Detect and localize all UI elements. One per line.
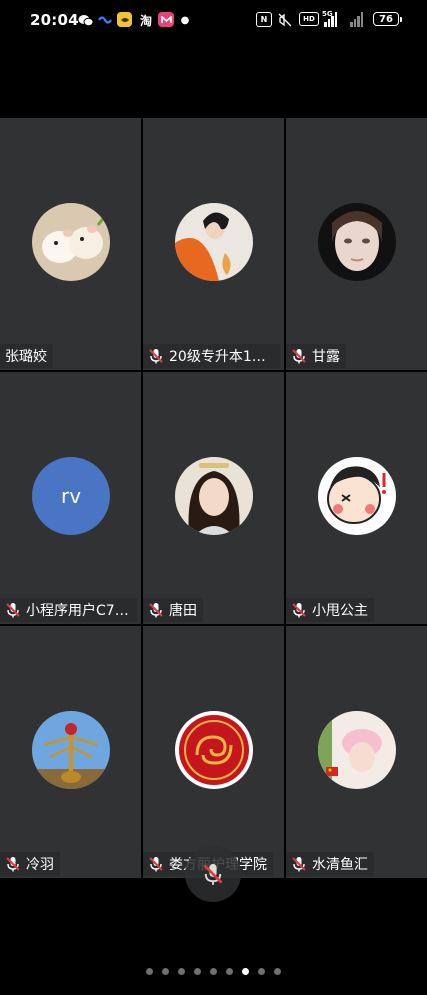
participant-name: 张璐姣 [5, 349, 47, 365]
mic-muted-icon [292, 603, 306, 618]
nfc-icon: N [256, 12, 272, 27]
page-dot[interactable] [194, 968, 201, 975]
page-dot[interactable] [178, 968, 185, 975]
page-dot[interactable] [242, 968, 249, 975]
page-dot[interactable] [274, 968, 281, 975]
participant-name: 小程序用户C7w… [26, 603, 131, 619]
taobao-icon: 淘 [139, 13, 152, 28]
battery-icon: 76 [373, 12, 402, 26]
mic-muted-icon [6, 603, 20, 618]
participant-name: 唐田 [169, 603, 197, 619]
participant-avatar [318, 203, 396, 281]
participant-avatar [318, 457, 396, 535]
signal-icon [324, 11, 337, 27]
participant-avatar [175, 711, 253, 789]
participant-tile[interactable]: 20级专升本1班… [143, 118, 284, 370]
status-bar: 20:04 淘 ● N HD 5G 76 [0, 0, 427, 42]
participant-tile[interactable]: 甘露 [286, 118, 427, 370]
participant-tile[interactable]: 小甩公主 [286, 372, 427, 624]
participant-tile[interactable]: rv 小程序用户C7w… [0, 372, 141, 624]
fish-icon [98, 12, 112, 28]
page-dot[interactable] [258, 968, 265, 975]
vibrate-mute-icon [277, 12, 293, 28]
mic-muted-icon [149, 603, 163, 618]
pink-app-icon [158, 12, 174, 27]
mic-muted-icon [149, 349, 163, 364]
mute-toggle-button[interactable] [185, 846, 241, 902]
participant-name: 水清鱼汇 [312, 857, 368, 873]
mic-muted-icon [292, 857, 306, 872]
hd-voice-icon: HD [299, 12, 319, 26]
mic-muted-icon [292, 349, 306, 364]
participant-tile[interactable]: 水清鱼汇 [286, 626, 427, 878]
page-dot[interactable] [162, 968, 169, 975]
participant-name: 小甩公主 [312, 603, 368, 619]
participant-name: 甘露 [312, 349, 340, 365]
participant-namebar: 张璐姣 [0, 344, 53, 368]
page-dot[interactable] [210, 968, 217, 975]
page-dot[interactable] [226, 968, 233, 975]
page-dot[interactable] [146, 968, 153, 975]
participant-avatar [318, 711, 396, 789]
participant-namebar: 甘露 [286, 344, 346, 368]
participant-avatar [32, 711, 110, 789]
signal-2-icon [350, 11, 363, 27]
notification-dot-icon: ● [180, 14, 190, 26]
participant-name: 20级专升本1班… [169, 349, 274, 365]
participant-tile[interactable]: 冷羽 [0, 626, 141, 878]
participant-namebar: 20级专升本1班… [143, 344, 280, 368]
participant-namebar: 小程序用户C7w… [0, 598, 137, 622]
participant-namebar: 小甩公主 [286, 598, 374, 622]
participant-namebar: 水清鱼汇 [286, 852, 374, 876]
participant-namebar: 冷羽 [0, 852, 60, 876]
participant-namebar: 唐田 [143, 598, 203, 622]
participant-avatar [175, 457, 253, 535]
wechat-icon [78, 12, 94, 28]
participant-avatar: rv [32, 457, 110, 535]
participant-name: 冷羽 [26, 857, 54, 873]
page-indicator[interactable] [0, 968, 427, 975]
mic-muted-icon [6, 857, 20, 872]
participant-tile[interactable]: 唐田 [143, 372, 284, 624]
participant-tile[interactable]: 娄方丽护理学院 [143, 626, 284, 878]
clock: 20:04 [30, 11, 79, 29]
mic-muted-icon [203, 863, 223, 885]
yellow-app-icon [117, 12, 132, 27]
participant-avatar [175, 203, 253, 281]
mic-muted-icon [149, 857, 163, 872]
participant-avatar [32, 203, 110, 281]
participant-tile[interactable]: 张璐姣 [0, 118, 141, 370]
